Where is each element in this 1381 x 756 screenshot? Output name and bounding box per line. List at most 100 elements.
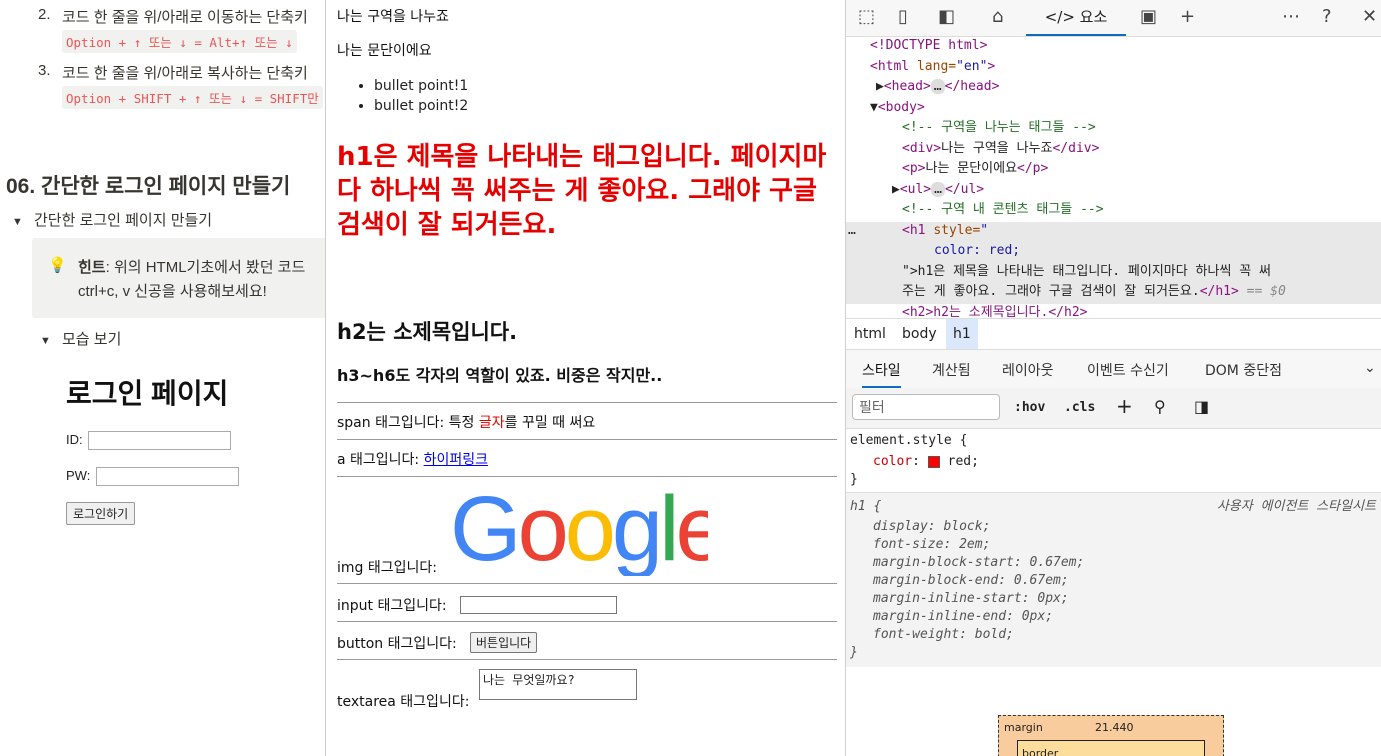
inline-code: Option + ↑ 또는 ↓ = Alt+↑ 또는 ↓ [62,30,297,53]
toggle-preview[interactable]: ▼ 모습 보기 [40,328,121,349]
list-item-text: 코드 한 줄을 위/아래로 이동하는 단축키 [62,9,308,26]
color-swatch[interactable] [927,455,940,468]
textarea[interactable]: 나는 무엇일까요? [479,669,637,700]
crumb-h1[interactable]: h1 [946,319,978,349]
id-label: ID: [66,431,83,447]
input-label: input 태그입니다: [337,598,447,614]
id-input[interactable] [88,431,232,450]
triangle-down-icon[interactable]: ▼ [12,216,26,228]
sidebar-toggle-icon[interactable]: ◨ [1194,397,1209,416]
dom-line[interactable]: <!-- 구역 내 콘텐츠 태그들 --> [902,200,1104,221]
head-tag: <head> [883,79,931,94]
border-label: border [1022,747,1059,756]
tab-dom-breakpoints[interactable]: DOM 중단점 [1205,360,1282,380]
attr-value: "en" [956,59,988,74]
prop-name: margin-block-start [873,555,1014,570]
inline-code: Option + SHIFT + ↑ 또는 ↓ = SHIFT만 [62,86,323,109]
dom-line[interactable]: color: red; [934,241,1020,262]
head-close: </head> [944,79,1000,94]
dom-line[interactable]: <p>나는 문단이에요</p> [902,159,1048,180]
dom-line[interactable]: ▶<head>… </head> [876,77,999,98]
expand-down-icon[interactable]: ▼ [870,100,878,115]
dom-line[interactable]: ▼<body> [870,98,925,119]
device-toggle-icon[interactable]: ▯ [898,6,908,27]
prop-name: font-size [873,537,944,552]
h1-tag: <h1 [902,223,934,238]
console-icon[interactable]: ▣ [1140,6,1157,27]
style-value: color: red; [934,243,1021,258]
dock-icon[interactable]: ◧ [938,6,955,27]
divider [337,583,837,584]
hov-button[interactable]: :hov [1014,400,1045,415]
triangle-down-icon[interactable]: ▼ [40,335,54,347]
home-icon[interactable]: ⌂ [992,6,1003,27]
list-item: bullet point!2 [374,96,468,116]
tab-layout[interactable]: 레이아웃 [1002,360,1054,380]
attr-name: lang= [909,59,957,74]
help-icon[interactable]: ? [1322,6,1332,27]
inspect-icon[interactable]: ⬚ [858,6,875,27]
dom-line[interactable]: 주는 게 좋아요. 그래야 구글 검색이 잘 되거든요.</h1> == $0 [902,282,1286,303]
bullet-list: bullet point!1 bullet point!2 [337,76,468,116]
hyperlink[interactable]: 하이퍼링크 [424,452,488,468]
dom-more-icon[interactable]: … [848,221,856,242]
callout-text: 힌트: 위의 HTML기초에서 봤던 코드 ctrl+c, v 신공을 사용해보… [78,256,305,304]
cls-button[interactable]: .cls [1064,400,1095,415]
ua-rule: margin-inline-start: 0px; [873,591,1069,606]
rendered-page: 나는 구역을 나누죠 나는 문단이에요 bullet point!1 bulle… [325,0,846,756]
tag-end: > [987,59,996,74]
filter-input[interactable]: 필터 [852,394,1000,420]
more-icon[interactable]: ⋯ [1282,6,1300,27]
tab-event-listeners[interactable]: 이벤트 수신기 [1087,360,1169,380]
new-rule-icon[interactable]: + [1116,394,1133,418]
prop-name: color [873,454,913,469]
style-rule[interactable]: color: red; [873,453,979,471]
dom-line[interactable]: <div>나는 구역을 나누죠</div> [902,139,1099,160]
hint-text: : 위의 HTML기초에서 봤던 코드 [105,259,306,276]
span-post: 를 꾸밀 때 써요 [504,415,596,431]
span-line: span 태그입니다: 특정 글자를 꾸밀 때 써요 [337,412,595,432]
devtools-panel: ⬚ ▯ ◧ ⌂ </> 요소 ▣ + ⋯ ? ✕ <!DOCTYPE html>… [845,0,1381,756]
comment: <!-- 구역 내 콘텐츠 태그들 --> [902,202,1104,217]
expand-right-icon[interactable]: ▶ [876,79,884,94]
chevron-down-icon[interactable]: ⌄ [1364,360,1376,376]
prop-value: 0.67em; [1029,555,1085,570]
close-brace: } [850,645,858,660]
list-item-text: 코드 한 줄을 위/아래로 복사하는 단축키 [62,65,308,82]
h2-heading: h2는 소제목입니다. [337,320,518,344]
crumb-body[interactable]: body [902,326,937,342]
login-button[interactable]: 로그인하기 [66,502,136,525]
demo-button[interactable]: 버튼입니다 [470,632,538,653]
ellipsis-icon[interactable]: … [930,79,945,94]
pw-label: PW: [66,467,91,483]
text-input[interactable] [460,596,617,614]
close-icon[interactable]: ✕ [1362,6,1377,27]
tab-computed[interactable]: 계산됨 [932,360,971,380]
tab-styles[interactable]: 스타일 [862,360,901,388]
attr-quote: " [980,223,989,238]
paragraph-text: 나는 문단이에요 [337,43,432,59]
add-tab-icon[interactable]: + [1180,6,1195,27]
expand-right-icon[interactable]: ▶ [892,182,900,197]
crumb-html[interactable]: html [854,326,886,342]
ellipsis-icon[interactable]: … [931,182,945,197]
toggle-login-page[interactable]: ▼ 간단한 로그인 페이지 만들기 [12,209,212,230]
dom-tree: <!DOCTYPE html> <html lang="en"> ▶<head>… [846,36,1381,318]
dom-line[interactable]: <!-- 구역을 나누는 태그들 --> [902,118,1096,139]
hint-label: 힌트 [78,259,106,276]
span-red: 글자 [478,415,505,431]
dom-line[interactable]: ">h1은 제목을 나타내는 태그입니다. 페이지마다 하나씩 꼭 써 [902,262,1271,283]
tab-elements[interactable]: </> 요소 [1026,0,1126,36]
dom-line[interactable]: <html lang="en"> [870,57,995,78]
lightbulb-icon: 💡 [48,257,67,274]
section-heading: 06. 간단한 로그인 페이지 만들기 [6,175,291,198]
p-text: 나는 문단이에요 [925,161,1018,176]
dom-line[interactable]: <h2>h2는 소제목입니다.</h2> [902,303,1087,318]
dom-line[interactable]: <!DOCTYPE html> [870,36,987,57]
dom-line[interactable]: <h1 style=" [902,221,988,242]
margin-value[interactable]: 21.440 [1095,721,1134,734]
dom-line[interactable]: ▶<ul>… </ul> [892,180,984,201]
ua-rule: font-size: 2em; [873,537,991,552]
brush-icon[interactable]: ⚲ [1154,397,1166,416]
pw-input[interactable] [95,467,239,486]
